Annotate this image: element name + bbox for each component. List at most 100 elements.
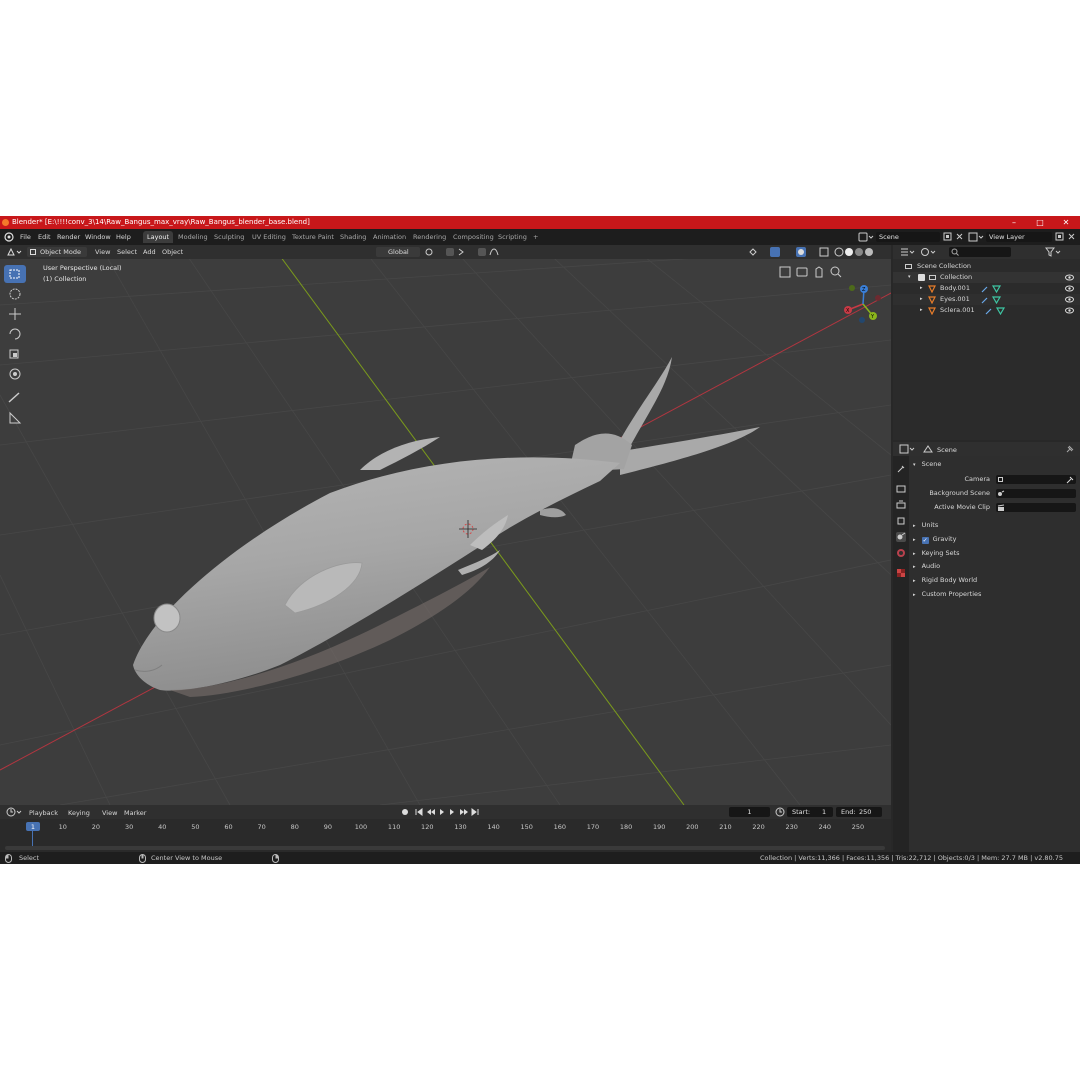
tab-texture-paint[interactable]: Texture Paint bbox=[288, 231, 338, 243]
outliner-row-eyes[interactable]: ▸ Eyes.001 bbox=[893, 294, 1080, 305]
view-layer-browse-icon[interactable] bbox=[968, 232, 984, 242]
viewport-overlay-shading-icons[interactable] bbox=[748, 247, 888, 257]
display-mode-icon[interactable] bbox=[920, 247, 938, 257]
timeline-menu-keying[interactable]: Keying bbox=[68, 809, 90, 817]
close-button[interactable]: ✕ bbox=[1056, 216, 1076, 229]
viewport-menu-object[interactable]: Object bbox=[162, 248, 183, 256]
transform-orientation-dropdown[interactable]: Global bbox=[376, 247, 420, 257]
background-scene-field[interactable] bbox=[996, 489, 1076, 498]
gravity-checkbox[interactable]: ✓ bbox=[921, 537, 929, 544]
pin-icon[interactable] bbox=[1065, 444, 1074, 454]
add-workspace-button[interactable]: + bbox=[529, 231, 542, 243]
collection-checkbox[interactable] bbox=[918, 274, 925, 281]
menu-help[interactable]: Help bbox=[116, 233, 131, 241]
snapping-tools-icon[interactable] bbox=[424, 247, 504, 257]
mode-dropdown[interactable]: Object Mode bbox=[27, 247, 87, 257]
output-tab[interactable] bbox=[896, 500, 906, 510]
tab-uv-editing[interactable]: UV Editing bbox=[248, 231, 290, 243]
tab-layout[interactable]: Layout bbox=[143, 231, 174, 243]
expand-icon[interactable]: ▸ bbox=[920, 294, 923, 305]
eyedropper-icon[interactable] bbox=[1066, 476, 1074, 484]
3d-viewport[interactable]: Object Mode View Select Add Object Globa… bbox=[0, 245, 891, 805]
visibility-eye-icon[interactable] bbox=[1065, 274, 1074, 281]
viewport-menu-add[interactable]: Add bbox=[143, 248, 156, 256]
playback-controls[interactable] bbox=[400, 807, 482, 817]
texture-tab[interactable] bbox=[896, 568, 906, 578]
menu-render[interactable]: Render bbox=[57, 233, 80, 241]
select-box-tool[interactable] bbox=[4, 265, 26, 283]
tab-compositing[interactable]: Compositing bbox=[449, 231, 498, 243]
delete-scene-icon[interactable] bbox=[955, 232, 964, 241]
viewport-menu-view[interactable]: View bbox=[95, 248, 110, 256]
timeline-menu-marker[interactable]: Marker bbox=[124, 809, 146, 817]
audio-section[interactable]: ▸ Audio bbox=[913, 562, 940, 570]
editor-type-icon[interactable] bbox=[6, 247, 24, 257]
menu-window[interactable]: Window bbox=[85, 233, 111, 241]
clock-icon[interactable] bbox=[775, 807, 785, 817]
scene-tab[interactable] bbox=[896, 532, 906, 542]
cursor-tool[interactable] bbox=[4, 285, 26, 303]
rotate-tool[interactable] bbox=[4, 325, 26, 343]
scene-panel-header[interactable]: ▾ Scene bbox=[913, 460, 941, 468]
timeline-menu-view[interactable]: View bbox=[102, 809, 117, 817]
outliner-row-body[interactable]: ▸ Body.001 bbox=[893, 283, 1080, 294]
keying-sets-section[interactable]: ▸ Keying Sets bbox=[913, 549, 960, 557]
custom-properties-section[interactable]: ▸ Custom Properties bbox=[913, 590, 981, 598]
current-frame-field[interactable]: 1 bbox=[729, 807, 770, 817]
world-tab[interactable] bbox=[896, 548, 906, 558]
move-tool[interactable] bbox=[4, 305, 26, 323]
outliner-row-scene-collection[interactable]: Scene Collection bbox=[893, 261, 1080, 272]
scale-tool[interactable] bbox=[4, 345, 26, 363]
navigation-buttons[interactable] bbox=[778, 265, 844, 279]
timeline-editor-icon[interactable] bbox=[6, 807, 24, 817]
tab-scripting[interactable]: Scripting bbox=[494, 231, 531, 243]
outliner-row-collection[interactable]: ▾ Collection bbox=[893, 272, 1080, 283]
fish-model[interactable] bbox=[133, 357, 760, 697]
scene-name-field[interactable]: Scene bbox=[876, 232, 940, 242]
active-movie-clip-field[interactable] bbox=[996, 503, 1076, 512]
rigid-body-world-section[interactable]: ▸ Rigid Body World bbox=[913, 576, 977, 584]
view-layer-field[interactable]: View Layer bbox=[986, 232, 1052, 242]
render-tab[interactable] bbox=[896, 484, 906, 494]
delete-view-layer-icon[interactable] bbox=[1067, 232, 1076, 241]
maximize-button[interactable]: □ bbox=[1030, 216, 1050, 229]
tool-tab[interactable] bbox=[896, 464, 906, 474]
camera-field[interactable] bbox=[996, 475, 1076, 484]
visibility-eye-icon[interactable] bbox=[1065, 296, 1074, 303]
outliner-search-input[interactable] bbox=[949, 247, 1011, 257]
properties-editor-icon[interactable] bbox=[899, 444, 917, 454]
navigation-gizmo[interactable]: X Y Z bbox=[838, 279, 888, 329]
visibility-eye-icon[interactable] bbox=[1065, 307, 1074, 314]
measure-tool[interactable] bbox=[4, 409, 26, 427]
annotate-tool[interactable] bbox=[4, 389, 26, 407]
start-frame-field[interactable]: Start: 1 bbox=[787, 807, 833, 817]
outliner-row-sclera[interactable]: ▸ Sclera.001 bbox=[893, 305, 1080, 316]
units-section[interactable]: ▸ Units bbox=[913, 521, 938, 529]
filter-icon[interactable] bbox=[1045, 247, 1063, 257]
tab-sculpting[interactable]: Sculpting bbox=[210, 231, 248, 243]
tab-modeling[interactable]: Modeling bbox=[174, 231, 212, 243]
timeline-scrollbar[interactable] bbox=[5, 846, 885, 850]
tab-rendering[interactable]: Rendering bbox=[409, 231, 450, 243]
expand-icon[interactable]: ▸ bbox=[920, 283, 923, 294]
timeline-menu-playback[interactable]: Playback bbox=[29, 809, 58, 817]
new-view-layer-icon[interactable] bbox=[1055, 232, 1064, 241]
collection-expand-icon[interactable]: ▾ bbox=[908, 272, 911, 283]
outliner-editor-icon[interactable] bbox=[899, 247, 917, 257]
end-frame-field[interactable]: End: 250 bbox=[836, 807, 882, 817]
viewport-scene[interactable] bbox=[0, 245, 891, 805]
timeline-panel[interactable]: Playback Keying View Marker 1 Start: 1 E… bbox=[0, 805, 891, 852]
tab-animation[interactable]: Animation bbox=[369, 231, 410, 243]
expand-icon[interactable]: ▸ bbox=[920, 305, 923, 316]
new-scene-icon[interactable] bbox=[943, 232, 952, 241]
menu-file[interactable]: File bbox=[20, 233, 31, 241]
view-layer-tab[interactable] bbox=[896, 516, 906, 526]
gravity-section[interactable]: ▸ ✓ Gravity bbox=[913, 535, 956, 544]
blender-menu-icon[interactable] bbox=[4, 232, 14, 242]
menu-edit[interactable]: Edit bbox=[38, 233, 51, 241]
scene-browse-icon[interactable] bbox=[858, 232, 874, 242]
tab-shading[interactable]: Shading bbox=[336, 231, 370, 243]
visibility-eye-icon[interactable] bbox=[1065, 285, 1074, 292]
viewport-menu-select[interactable]: Select bbox=[117, 248, 137, 256]
transform-tool[interactable] bbox=[4, 365, 26, 383]
